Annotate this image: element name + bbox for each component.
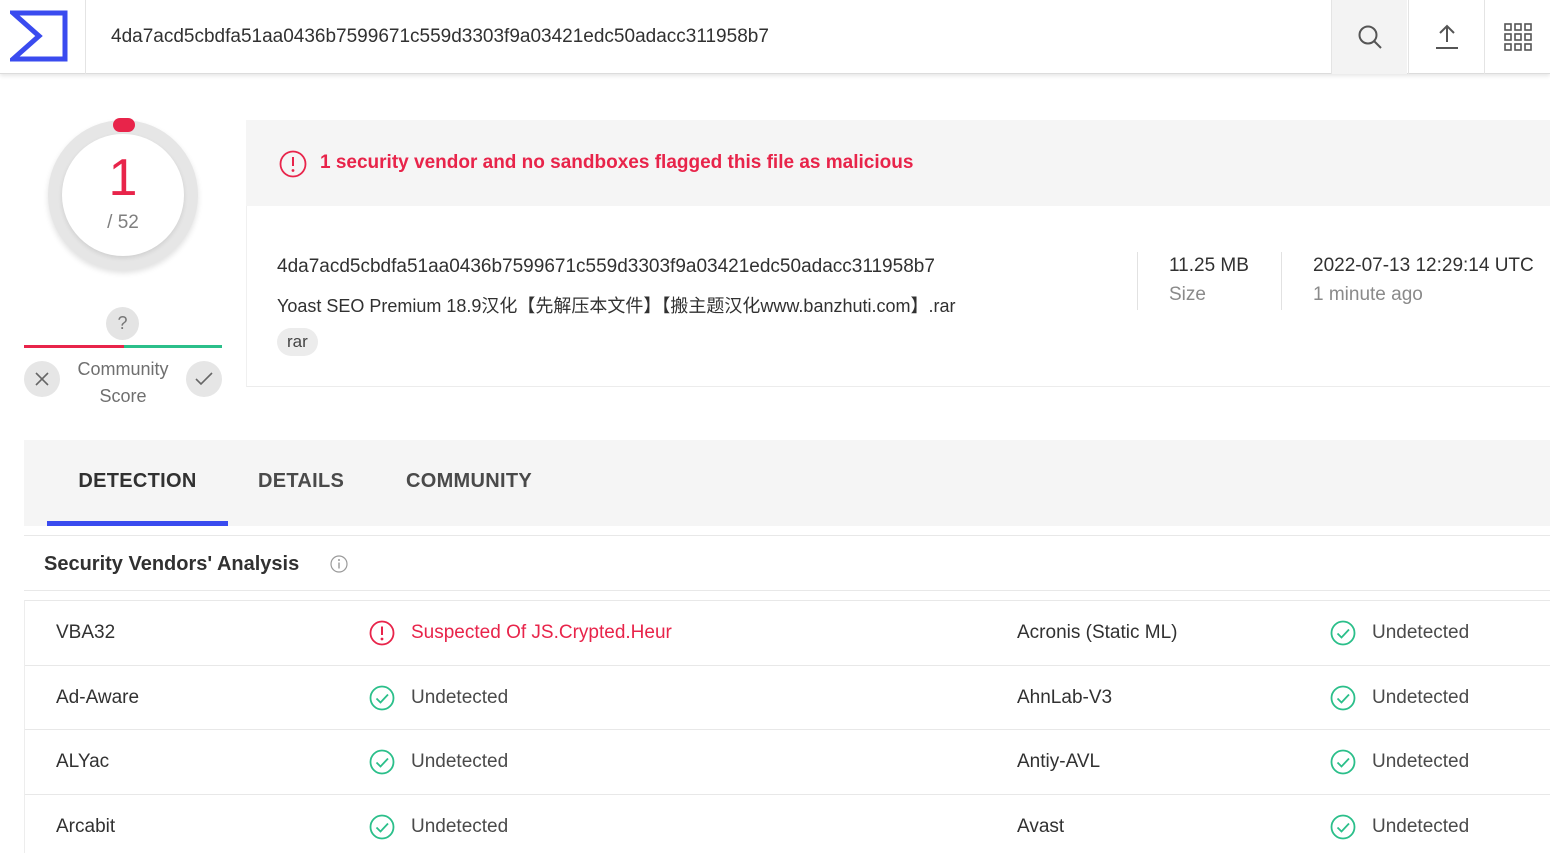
- checkmark-icon: [195, 372, 213, 386]
- file-info-card: 4da7acd5cbdfa51aa0436b7599671c559d3303f9…: [246, 206, 1550, 387]
- community-score-bar-negative: [24, 345, 124, 348]
- search-input[interactable]: [86, 0, 1331, 74]
- vendor-result: Undetected: [1372, 815, 1470, 837]
- file-size-label: Size: [1169, 284, 1206, 305]
- vendor-result: Undetected: [1372, 686, 1470, 708]
- vendor-name: Acronis (Static ML): [1017, 622, 1178, 643]
- check-circle-icon: [369, 685, 395, 710]
- community-score-label-line1: Community: [77, 359, 169, 379]
- tab-detection[interactable]: DETECTION: [47, 440, 228, 526]
- vendor-name: Arcabit: [56, 815, 116, 837]
- vendor-row: Ad-Aware Undetected AhnLab-V3 Undetected: [25, 666, 1550, 730]
- file-name: Yoast SEO Premium 18.9汉化【先解压本文件】【搬主题汉化ww…: [277, 296, 956, 316]
- divider: [1137, 252, 1138, 310]
- search-button[interactable]: [1331, 0, 1407, 74]
- vendors-section-header: Security Vendors' Analysis: [24, 535, 1550, 591]
- vendor-name: AhnLab-V3: [1017, 686, 1113, 708]
- check-circle-icon: [1330, 749, 1356, 775]
- check-circle-icon: [369, 749, 395, 775]
- search-icon: [1358, 25, 1382, 49]
- vendor-row: VBA32 Suspected Of JS.Crypted.Heur Acronis…: [25, 601, 1550, 666]
- community-score-label-line2: Score: [99, 386, 147, 406]
- report-tabs: DETECTION DETAILS COMMUNITY: [24, 440, 1550, 526]
- tab-details[interactable]: DETAILS: [258, 440, 344, 526]
- vote-harmless-button[interactable]: [186, 361, 222, 397]
- vendors-table: VBA32 Suspected Of JS.Crypted.Heur Acronis…: [24, 600, 1550, 853]
- apps-button[interactable]: [1484, 0, 1550, 74]
- vendor-name: VBA32: [56, 622, 116, 643]
- community-score-bar-positive: [124, 345, 222, 348]
- info-icon[interactable]: [330, 555, 348, 573]
- check-circle-icon: [1330, 814, 1356, 839]
- alert-circle-icon: [279, 150, 307, 178]
- alert-text: 1 security vendor and no sandboxes flagg…: [320, 152, 914, 173]
- vote-malicious-button[interactable]: [24, 361, 60, 397]
- vendor-result: Undetected: [1372, 751, 1470, 772]
- top-bar: [0, 0, 1550, 74]
- close-icon: [35, 372, 49, 386]
- active-tab-indicator: [47, 521, 228, 526]
- analysis-date-value: 2022-07-13 12:29:14 UTC: [1313, 255, 1534, 276]
- malicious-alert-banner: 1 security vendor and no sandboxes flagg…: [246, 120, 1550, 206]
- check-circle-icon: [369, 814, 395, 839]
- detection-gauge-indicator: [113, 118, 135, 132]
- vendor-row: ALYac Undetected Antiy-AVL Undetected: [25, 730, 1550, 795]
- alert-circle-icon: [369, 620, 395, 646]
- community-score-label: Community Score: [68, 356, 178, 410]
- detection-count: 1: [108, 149, 138, 207]
- community-score-unknown-icon: ?: [106, 307, 139, 340]
- vendor-result[interactable]: Suspected Of JS.Crypted.Heur: [411, 601, 672, 665]
- vendor-result: Undetected: [411, 751, 509, 772]
- file-type-tag[interactable]: rar: [277, 328, 318, 356]
- vendor-name: Ad-Aware: [56, 686, 140, 708]
- apps-grid-icon: [1503, 23, 1532, 51]
- file-size-value: 11.25 MB: [1169, 255, 1249, 276]
- check-circle-icon: [1330, 620, 1356, 646]
- section-title: Security Vendors' Analysis: [44, 553, 300, 575]
- check-circle-icon: [1330, 685, 1356, 710]
- vendor-result: Undetected: [411, 686, 509, 708]
- vendor-name: Antiy-AVL: [1017, 751, 1101, 772]
- file-hash: 4da7acd5cbdfa51aa0436b7599671c559d3303f9…: [277, 256, 935, 277]
- tab-community[interactable]: COMMUNITY: [406, 440, 532, 526]
- upload-icon: [1435, 24, 1458, 49]
- virustotal-logo[interactable]: [0, 0, 86, 74]
- vendor-name: Avast: [1017, 815, 1065, 837]
- vendor-result: Undetected: [411, 815, 509, 837]
- vendor-row: Arcabit Undetected Avast Undetected: [25, 795, 1550, 853]
- divider: [1281, 252, 1282, 310]
- detection-score-gauge: 1 / 52: [48, 118, 198, 270]
- vendor-result: Undetected: [1372, 622, 1470, 643]
- upload-button[interactable]: [1408, 0, 1484, 74]
- vendor-name: ALYac: [56, 751, 110, 772]
- analysis-date-relative: 1 minute ago: [1313, 284, 1423, 305]
- detection-total: / 52: [107, 212, 139, 233]
